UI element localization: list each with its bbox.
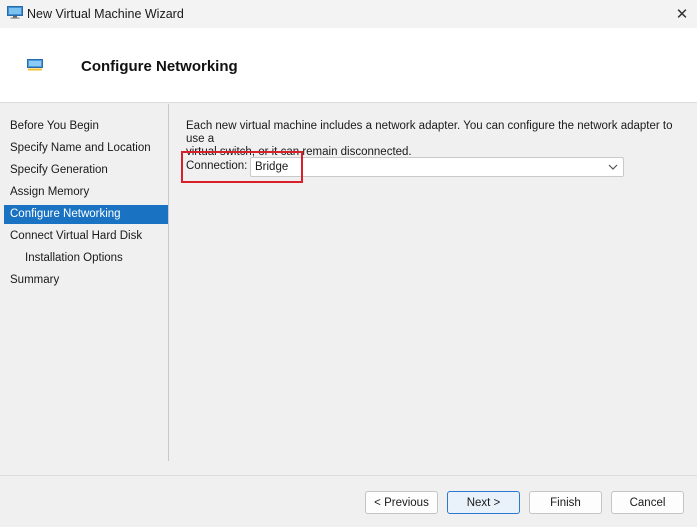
sidebar-item-specify-name-and-location[interactable]: Specify Name and Location <box>4 139 168 158</box>
sidebar-item-assign-memory[interactable]: Assign Memory <box>4 183 168 202</box>
sidebar-item-label: Assign Memory <box>10 186 90 198</box>
sidebar-item-connect-virtual-hard-disk[interactable]: Connect Virtual Hard Disk <box>4 227 168 246</box>
description-text: Each new virtual machine includes a netw… <box>186 120 681 159</box>
sidebar-item-configure-networking[interactable]: Configure Networking <box>4 205 168 224</box>
sidebar-item-label: Installation Options <box>25 252 123 264</box>
next-button[interactable]: Next > <box>447 491 520 514</box>
sidebar-item-label: Connect Virtual Hard Disk <box>10 230 143 242</box>
title-bar: New Virtual Machine Wizard ✕ <box>0 0 697 28</box>
connection-label: Connection: <box>186 160 248 172</box>
close-button[interactable]: ✕ <box>667 0 697 28</box>
cancel-button[interactable]: Cancel <box>611 491 684 514</box>
wizard-window: New Virtual Machine Wizard ✕ Configure N… <box>0 0 697 527</box>
sidebar-item-label: Before You Begin <box>10 120 99 132</box>
sidebar-item-label: Specify Name and Location <box>10 142 151 154</box>
wizard-header: Configure Networking <box>0 28 697 103</box>
main-content: Each new virtual machine includes a netw… <box>181 120 686 183</box>
sidebar-item-summary[interactable]: Summary <box>4 271 168 290</box>
sidebar-item-label: Configure Networking <box>10 208 121 220</box>
connection-row: Connection: Bridge <box>181 151 626 183</box>
close-icon: ✕ <box>675 6 689 23</box>
wizard-steps-sidebar: Before You Begin Specify Name and Locati… <box>0 104 169 461</box>
monitor-icon <box>7 6 23 19</box>
sidebar-item-before-you-begin[interactable]: Before You Begin <box>4 117 168 136</box>
sidebar-item-specify-generation[interactable]: Specify Generation <box>4 161 168 180</box>
previous-button[interactable]: < Previous <box>365 491 438 514</box>
description-line-1: Each new virtual machine includes a netw… <box>186 120 673 145</box>
finish-button[interactable]: Finish <box>529 491 602 514</box>
window-title: New Virtual Machine Wizard <box>27 7 184 21</box>
network-icon <box>27 59 43 71</box>
footer-divider <box>0 475 697 476</box>
chevron-down-icon <box>608 164 618 170</box>
connection-select[interactable]: Bridge <box>250 157 624 177</box>
sidebar-item-label: Summary <box>10 274 60 286</box>
sidebar-item-installation-options[interactable]: Installation Options <box>4 249 168 268</box>
page-title: Configure Networking <box>81 58 238 75</box>
connection-value: Bridge <box>255 161 289 173</box>
sidebar-item-label: Specify Generation <box>10 164 108 176</box>
